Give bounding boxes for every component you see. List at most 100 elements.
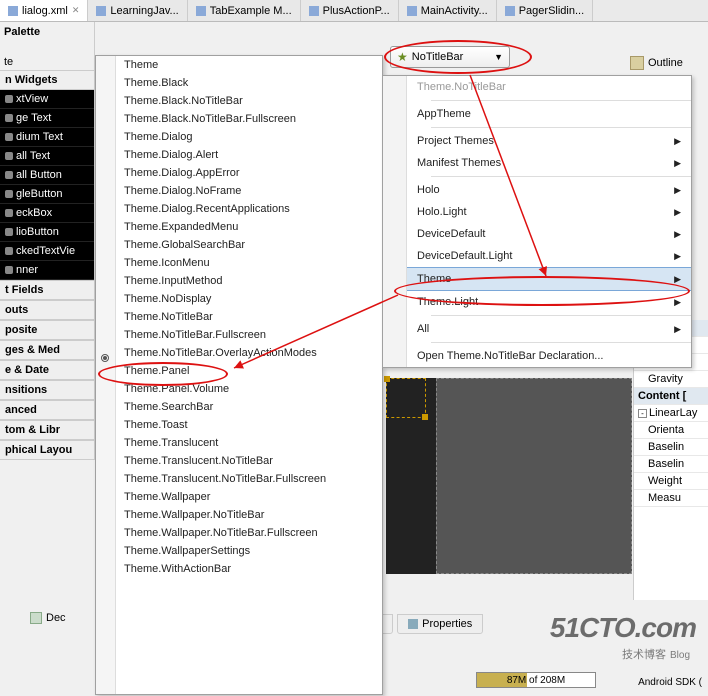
- theme-menu-item[interactable]: Theme.ExpandedMenu: [116, 218, 382, 236]
- palette-group[interactable]: nsitions: [0, 380, 94, 400]
- widget-item[interactable]: nner: [0, 261, 94, 280]
- property-row[interactable]: Orienta: [634, 422, 708, 439]
- theme-menu-item[interactable]: Theme.NoTitleBar.OverlayActionModes: [116, 344, 382, 362]
- close-icon[interactable]: ✕: [72, 5, 80, 16]
- outline-label: Outline: [648, 57, 683, 69]
- widget-item[interactable]: dium Text: [0, 128, 94, 147]
- heap-memory-bar[interactable]: 87M of 208M: [476, 672, 596, 688]
- property-row[interactable]: Content [: [634, 388, 708, 405]
- palette-group[interactable]: phical Layou: [0, 440, 94, 460]
- section-text-fields[interactable]: t Fields: [0, 280, 94, 300]
- outline-panel-header[interactable]: Outline: [630, 56, 708, 70]
- tab-properties[interactable]: Properties: [397, 614, 483, 634]
- theme-menu-item[interactable]: Theme.NoTitleBar.Fullscreen: [116, 326, 382, 344]
- theme-menu-item[interactable]: Theme.Translucent: [116, 434, 382, 452]
- theme-category-item[interactable]: Holo▶: [407, 179, 691, 201]
- theme-dropdown-button[interactable]: ★ NoTitleBar ▼: [390, 46, 510, 68]
- widget-item[interactable]: all Button: [0, 166, 94, 185]
- theme-menu-item[interactable]: Theme.NoTitleBar: [116, 308, 382, 326]
- submenu-arrow-icon: ▶: [674, 324, 681, 335]
- tab-3[interactable]: PlusActionP...: [301, 0, 399, 21]
- palette-group[interactable]: posite: [0, 320, 94, 340]
- declaration-tab[interactable]: Dec: [30, 612, 66, 624]
- theme-menu-item[interactable]: Theme.Translucent.NoTitleBar.Fullscreen: [116, 470, 382, 488]
- widget-icon: [5, 171, 13, 179]
- theme-menu-item[interactable]: Theme.InputMethod: [116, 272, 382, 290]
- theme-menu-item[interactable]: Theme.Wallpaper.NoTitleBar: [116, 506, 382, 524]
- theme-menu-item[interactable]: Theme.NoDisplay: [116, 290, 382, 308]
- property-row[interactable]: Baselin: [634, 456, 708, 473]
- property-row[interactable]: Measu: [634, 490, 708, 507]
- widget-item[interactable]: all Text: [0, 147, 94, 166]
- palette-group[interactable]: e & Date: [0, 360, 94, 380]
- theme-menu-item[interactable]: Theme.Wallpaper: [116, 488, 382, 506]
- property-row[interactable]: Weight: [634, 473, 708, 490]
- menu-gutter: [383, 76, 407, 367]
- widget-item[interactable]: xtView: [0, 90, 94, 109]
- properties-icon: [408, 619, 418, 629]
- layout-preview[interactable]: [386, 378, 632, 574]
- widget-item[interactable]: ge Text: [0, 109, 94, 128]
- theme-menu-item[interactable]: Theme.Dialog: [116, 128, 382, 146]
- theme-menu-item[interactable]: Theme.Toast: [116, 416, 382, 434]
- widget-icon: [5, 228, 13, 236]
- theme-menu-item[interactable]: Theme.Dialog.NoFrame: [116, 182, 382, 200]
- theme-category-item[interactable]: Project Themes▶: [407, 130, 691, 152]
- widget-item[interactable]: ckedTextVie: [0, 242, 94, 261]
- palette-sidebar: n Widgets xtViewge Textdium Textall Text…: [0, 70, 95, 460]
- resize-handle-icon[interactable]: [384, 376, 390, 382]
- widget-icon: [5, 266, 13, 274]
- widget-item[interactable]: lioButton: [0, 223, 94, 242]
- property-row[interactable]: -LinearLay: [634, 405, 708, 422]
- theme-menu-item[interactable]: Theme.GlobalSearchBar: [116, 236, 382, 254]
- palette-group[interactable]: tom & Libr: [0, 420, 94, 440]
- tab-5[interactable]: PagerSlidin...: [497, 0, 593, 21]
- tab-2[interactable]: TabExample M...: [188, 0, 301, 21]
- tab-0[interactable]: lialog.xml✕: [0, 0, 88, 21]
- theme-category-item[interactable]: Open Theme.NoTitleBar Declaration...: [407, 345, 691, 367]
- watermark-logo: 51CTO.com: [550, 612, 696, 644]
- theme-category-item[interactable]: All▶: [407, 318, 691, 340]
- theme-menu-item[interactable]: Theme.Wallpaper.NoTitleBar.Fullscreen: [116, 524, 382, 542]
- submenu-arrow-icon: ▶: [674, 207, 681, 218]
- theme-menu-item[interactable]: Theme.Dialog.RecentApplications: [116, 200, 382, 218]
- theme-menu-item[interactable]: Theme.WallpaperSettings: [116, 542, 382, 560]
- theme-menu-item[interactable]: Theme.SearchBar: [116, 398, 382, 416]
- property-row[interactable]: Gravity: [634, 371, 708, 388]
- palette-group[interactable]: anced: [0, 400, 94, 420]
- theme-menu-item[interactable]: Theme.WithActionBar: [116, 560, 382, 578]
- theme-menu-item[interactable]: Theme.Black.NoTitleBar: [116, 92, 382, 110]
- palette-title: Palette: [4, 26, 90, 38]
- declaration-icon: [30, 612, 42, 624]
- theme-menu-item[interactable]: Theme.Translucent.NoTitleBar: [116, 452, 382, 470]
- theme-category-item[interactable]: DeviceDefault▶: [407, 223, 691, 245]
- theme-menu-item[interactable]: Theme.Dialog.Alert: [116, 146, 382, 164]
- palette-group[interactable]: outs: [0, 300, 94, 320]
- tab-4[interactable]: MainActivity...: [399, 0, 497, 21]
- theme-category-item[interactable]: DeviceDefault.Light▶: [407, 245, 691, 267]
- theme-menu-item[interactable]: Theme.Panel.Volume: [116, 380, 382, 398]
- theme-category-item[interactable]: Holo.Light▶: [407, 201, 691, 223]
- tree-toggle-icon[interactable]: -: [638, 409, 647, 418]
- widget-item[interactable]: eckBox: [0, 204, 94, 223]
- theme-category-item[interactable]: Manifest Themes▶: [407, 152, 691, 174]
- submenu-apptheme[interactable]: AppTheme: [407, 103, 691, 125]
- theme-menu-item[interactable]: Theme.Black.NoTitleBar.Fullscreen: [116, 110, 382, 128]
- file-icon: [96, 6, 106, 16]
- submenu-arrow-icon: ▶: [674, 251, 681, 262]
- file-icon: [196, 6, 206, 16]
- palette-group[interactable]: ges & Med: [0, 340, 94, 360]
- property-row[interactable]: Baselin: [634, 439, 708, 456]
- theme-menu-item[interactable]: Theme.Dialog.AppError: [116, 164, 382, 182]
- tab-1[interactable]: LearningJav...: [88, 0, 187, 21]
- section-widgets[interactable]: n Widgets: [0, 70, 94, 90]
- widget-item[interactable]: gleButton: [0, 185, 94, 204]
- theme-menu-item[interactable]: Theme.IconMenu: [116, 254, 382, 272]
- theme-category-item[interactable]: Theme▶: [407, 267, 691, 291]
- resize-handle-icon[interactable]: [422, 414, 428, 420]
- theme-menu-item[interactable]: Theme.Black: [116, 74, 382, 92]
- theme-menu-item[interactable]: Theme: [116, 56, 382, 74]
- file-icon: [505, 6, 515, 16]
- theme-menu-item[interactable]: Theme.Panel: [116, 362, 382, 380]
- theme-category-item[interactable]: Theme.Light▶: [407, 291, 691, 313]
